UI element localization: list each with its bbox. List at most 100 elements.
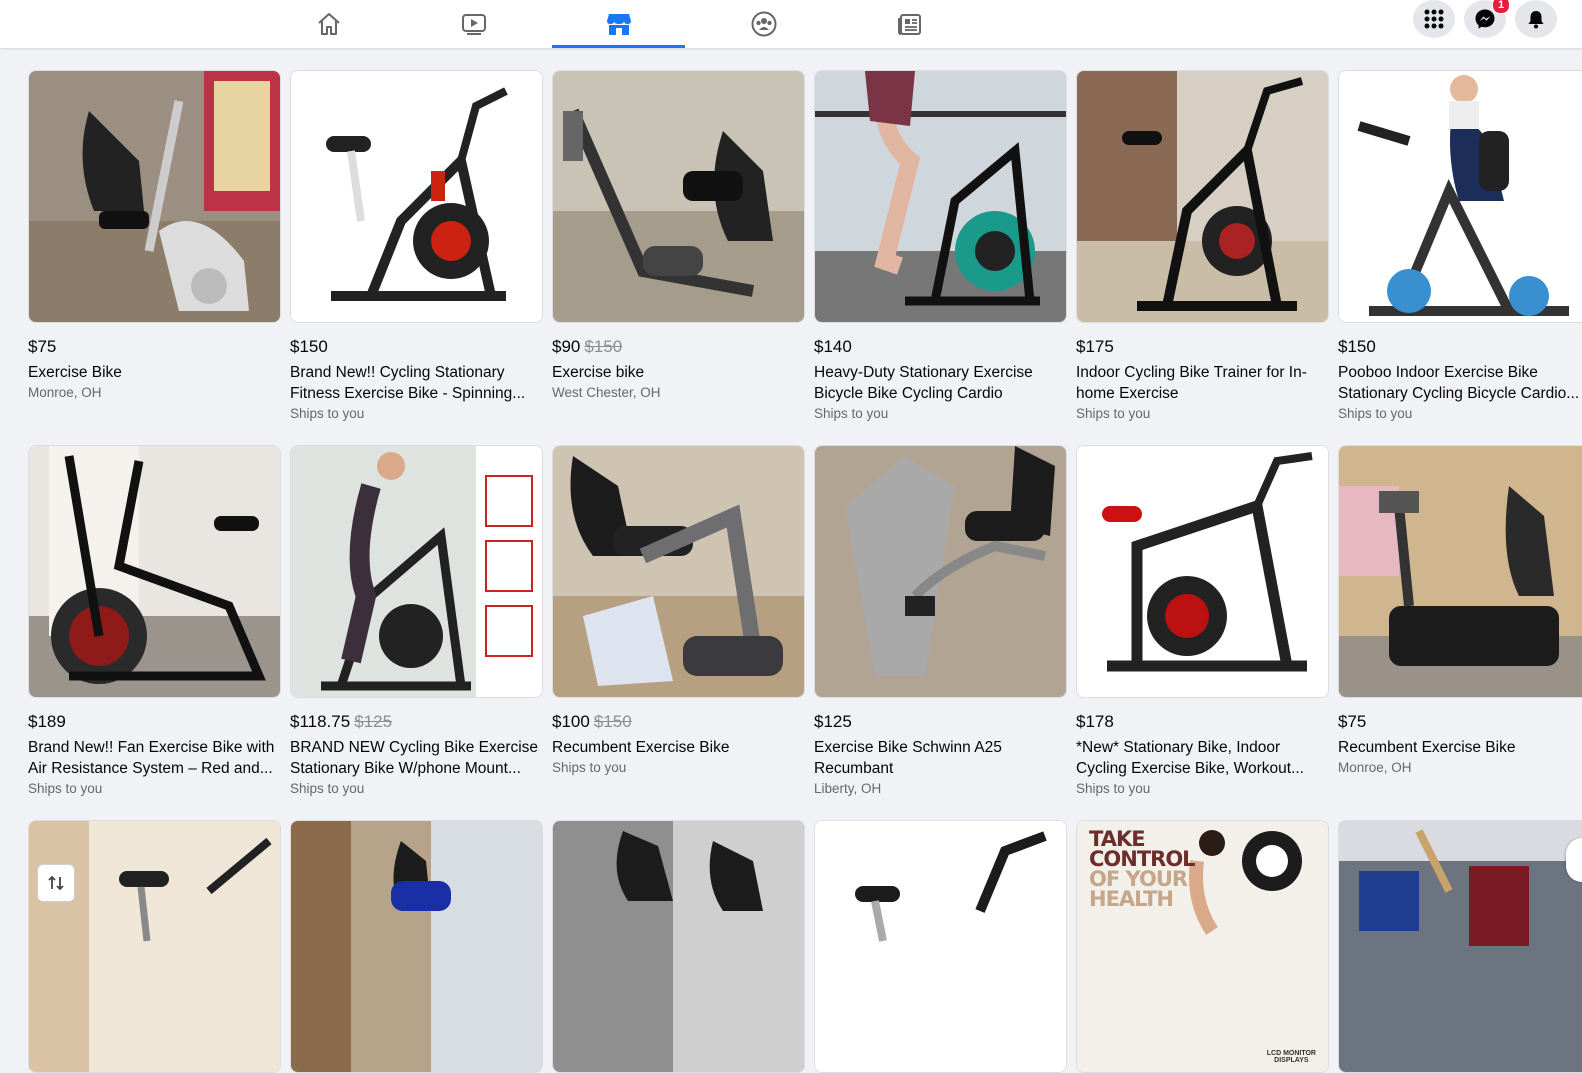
listing-price: $100 xyxy=(552,712,590,731)
listing-card[interactable]: $75 Exercise Bike Monroe, OH xyxy=(28,70,281,400)
notifications-button[interactable] xyxy=(1515,0,1557,38)
listing-card[interactable] xyxy=(28,820,281,1073)
listing-price-row: $150 xyxy=(290,337,543,359)
listing-photo[interactable] xyxy=(1338,445,1582,698)
listing-card[interactable]: $150 Brand New!! Cycling Stationary Fitn… xyxy=(290,70,543,421)
listing-card[interactable]: $125 Exercise Bike Schwinn A25 Recumbant… xyxy=(814,445,1067,796)
listing-price-row: $175 xyxy=(1076,337,1329,359)
listing-photo[interactable] xyxy=(552,445,805,698)
folding-bike-photo xyxy=(1339,71,1582,322)
listing-photo[interactable] xyxy=(28,70,281,323)
listing-photo[interactable] xyxy=(814,820,1067,1073)
spin-bike-photo xyxy=(815,821,1066,1072)
listing-card[interactable]: $175 Indoor Cycling Bike Trainer for In-… xyxy=(1076,70,1329,421)
listing-location: Ships to you xyxy=(28,781,103,796)
listing-location: Monroe, OH xyxy=(1338,760,1412,775)
listing-title[interactable]: Brand New!! Cycling Stationary Fitness E… xyxy=(290,362,540,404)
listing-location: Ships to you xyxy=(814,406,889,421)
listing-card[interactable]: $150 Pooboo Indoor Exercise Bike Station… xyxy=(1338,70,1582,421)
listing-photo[interactable] xyxy=(290,820,543,1073)
listing-photo[interactable] xyxy=(552,820,805,1073)
listing-photo[interactable] xyxy=(28,445,281,698)
listing-photo[interactable] xyxy=(552,70,805,323)
sort-toggle-button[interactable] xyxy=(37,864,75,902)
listing-title[interactable]: Heavy-Duty Stationary Exercise Bicycle B… xyxy=(814,362,1064,404)
listing-card[interactable]: TAKE CONTROL OF YOUR HEALTH LCD MONITOR … xyxy=(1076,820,1329,1073)
listing-title[interactable]: BRAND NEW Cycling Bike Exercise Stationa… xyxy=(290,737,540,779)
listing-price-row: $90 $150 xyxy=(552,337,805,359)
listing-card[interactable] xyxy=(814,820,1067,1073)
home-icon xyxy=(317,13,340,35)
menu-button[interactable] xyxy=(1413,0,1455,38)
listing-card[interactable]: $118.75 $125 BRAND NEW Cycling Bike Exerc… xyxy=(290,445,543,796)
listing-original-price: $125 xyxy=(354,712,393,731)
listing-price-row: $150 xyxy=(1338,337,1582,359)
side-panel-handle[interactable] xyxy=(1566,838,1582,882)
tab-gaming[interactable] xyxy=(843,0,976,48)
listing-photo[interactable] xyxy=(290,70,543,323)
spin-bike-photo xyxy=(815,71,1066,322)
tab-marketplace[interactable] xyxy=(552,0,685,48)
listing-location: Ships to you xyxy=(1338,406,1413,421)
listing-location: Ships to you xyxy=(552,760,627,775)
listing-photo[interactable] xyxy=(1076,445,1329,698)
listing-card[interactable]: $140 Heavy-Duty Stationary Exercise Bicy… xyxy=(814,70,1067,421)
ad-headline: TAKE CONTROL OF YOUR HEALTH xyxy=(1089,827,1196,911)
listing-card[interactable]: $90 $150 Exercise bike West Chester, OH xyxy=(552,70,805,400)
listing-price: $189 xyxy=(28,712,66,731)
tab-home[interactable] xyxy=(262,0,395,48)
listing-price: $150 xyxy=(290,337,328,356)
listing-photo[interactable] xyxy=(1076,70,1329,323)
listing-card[interactable] xyxy=(290,820,543,1073)
listing-title[interactable]: Exercise Bike xyxy=(28,362,278,383)
listing-price: $75 xyxy=(28,337,57,356)
listing-card[interactable] xyxy=(1338,820,1582,1073)
listing-price: $75 xyxy=(1338,712,1367,731)
listing-location: Ships to you xyxy=(290,406,365,421)
recumbent-bike-photo xyxy=(553,71,804,322)
tab-groups[interactable] xyxy=(697,0,830,48)
messenger-button[interactable]: 1 xyxy=(1464,0,1510,38)
listing-price: $90 xyxy=(552,337,581,356)
listing-title[interactable]: Exercise bike xyxy=(552,362,802,383)
listing-location: Liberty, OH xyxy=(814,781,882,796)
tab-watch[interactable] xyxy=(407,0,540,48)
listing-title[interactable]: Pooboo Indoor Exercise Bike Stationary C… xyxy=(1338,362,1582,404)
listing-photo[interactable] xyxy=(814,70,1067,323)
listing-card[interactable]: $189 Brand New!! Fan Exercise Bike with … xyxy=(28,445,281,796)
listing-price-row: $178 xyxy=(1076,712,1329,734)
listing-price-row: $189 xyxy=(28,712,281,734)
listing-title[interactable]: Exercise Bike Schwinn A25 Recumbant xyxy=(814,737,1064,779)
listing-price: $178 xyxy=(1076,712,1114,731)
listing-title[interactable]: Brand New!! Fan Exercise Bike with Air R… xyxy=(28,737,278,779)
listing-card[interactable]: $75 Recumbent Exercise Bike Monroe, OH xyxy=(1338,445,1582,775)
fan-bike-photo xyxy=(29,446,280,697)
listing-photo[interactable] xyxy=(290,445,543,698)
ad-caption: LCD MONITOR DISPLAYS xyxy=(1266,1050,1316,1064)
spin-bike-photo xyxy=(1077,71,1328,322)
listing-title[interactable]: Indoor Cycling Bike Trainer for In-home … xyxy=(1076,362,1326,404)
recumbent-bike-photo xyxy=(1339,446,1582,697)
listing-title[interactable]: *New* Stationary Bike, Indoor Cycling Ex… xyxy=(1076,737,1326,779)
listing-title[interactable]: Recumbent Exercise Bike xyxy=(1338,737,1582,758)
listing-card[interactable]: $178 *New* Stationary Bike, Indoor Cycli… xyxy=(1076,445,1329,796)
listing-photo[interactable] xyxy=(1338,70,1582,323)
watch-icon xyxy=(461,14,486,35)
groups-icon xyxy=(751,11,776,37)
listing-location: Ships to you xyxy=(1076,781,1151,796)
listing-photo[interactable] xyxy=(28,820,281,1073)
listing-photo[interactable] xyxy=(1338,820,1582,1073)
listing-location: Ships to you xyxy=(1076,406,1151,421)
listing-location: Monroe, OH xyxy=(28,385,102,400)
listing-card[interactable]: $100 $150 Recumbent Exercise Bike Ships t… xyxy=(552,445,805,775)
spin-bike-photo xyxy=(291,446,542,697)
listing-original-price: $150 xyxy=(593,712,632,731)
listing-title[interactable]: Recumbent Exercise Bike xyxy=(552,737,802,758)
listing-photo[interactable] xyxy=(814,445,1067,698)
listing-price: $175 xyxy=(1076,337,1114,356)
listing-card[interactable] xyxy=(552,820,805,1073)
listing-location: Ships to you xyxy=(290,781,365,796)
listing-photo[interactable]: TAKE CONTROL OF YOUR HEALTH LCD MONITOR … xyxy=(1076,820,1329,1073)
listing-price-row: $125 xyxy=(814,712,1067,734)
listing-price: $118.75 xyxy=(290,712,351,731)
